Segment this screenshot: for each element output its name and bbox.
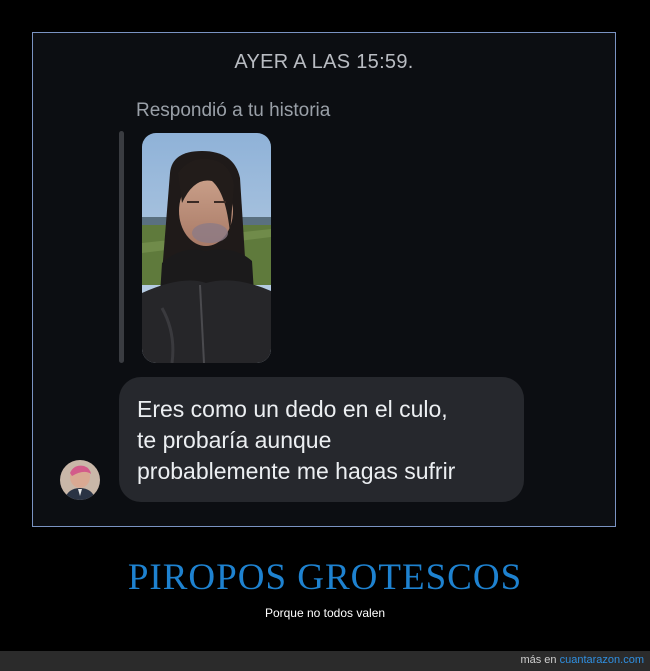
footer-prefix: más en [520, 654, 560, 666]
message-line: te probaría aunque [137, 427, 332, 453]
message-timestamp: AYER A LAS 15:59. [234, 51, 414, 73]
reply-quote-bar [119, 131, 124, 363]
footer-site-link[interactable]: cuantarazon.com [560, 654, 644, 666]
story-thumbnail[interactable] [142, 133, 271, 363]
footer-credit: más en cuantarazon.com [520, 654, 644, 666]
message-line: Eres como un dedo en el culo, [137, 396, 448, 422]
message-line: probablemente me hagas sufrir [137, 458, 456, 484]
chat-screenshot: AYER A LAS 15:59. Respondió a tu histori… [32, 32, 616, 527]
story-reply-note: Respondió a tu historia [136, 100, 331, 121]
caption-title: PIROPOS GROTESCOS [127, 557, 523, 598]
footer-bar: más en cuantarazon.com [0, 651, 650, 671]
caption-subtitle: Porque no todos valen [264, 606, 386, 620]
sender-avatar[interactable] [60, 460, 100, 500]
message-bubble[interactable]: Eres como un dedo en el culo, te probarí… [119, 377, 524, 502]
